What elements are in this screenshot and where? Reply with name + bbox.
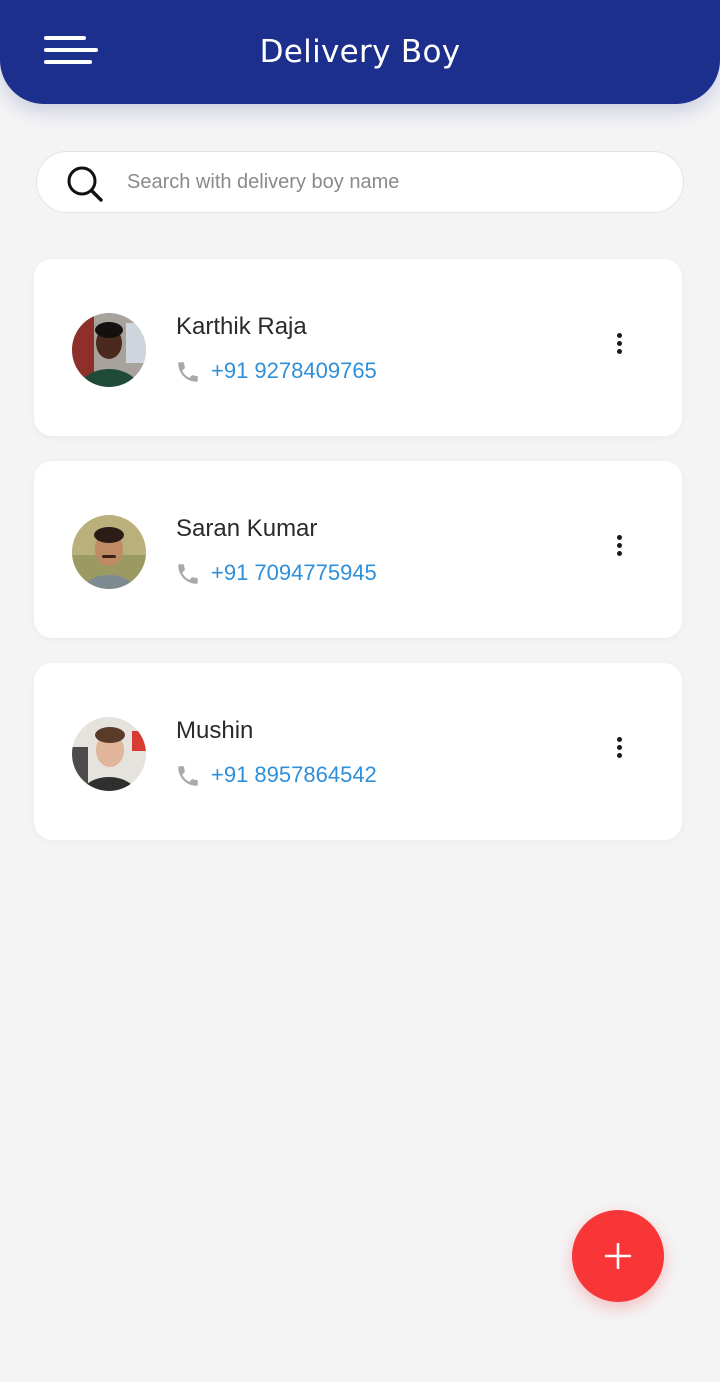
delivery-boy-name: Saran Kumar <box>176 515 318 542</box>
more-vertical-icon[interactable] <box>606 333 634 363</box>
avatar <box>72 717 146 791</box>
phone-number-link[interactable]: +91 8957864542 <box>211 762 377 788</box>
plus-icon <box>605 1243 631 1269</box>
delivery-boy-card[interactable]: Karthik Raja +91 9278409765 <box>34 259 682 436</box>
phone-icon <box>178 362 198 382</box>
phone-icon <box>178 766 198 786</box>
phone-number-link[interactable]: +91 7094775945 <box>211 560 377 586</box>
phone-number-link[interactable]: +91 9278409765 <box>211 358 377 384</box>
app-header: Delivery Boy <box>0 0 720 104</box>
search-input[interactable] <box>127 152 657 212</box>
more-vertical-icon[interactable] <box>606 535 634 565</box>
delivery-boy-card[interactable]: Saran Kumar +91 7094775945 <box>34 461 682 638</box>
avatar <box>72 313 146 387</box>
page-title: Delivery Boy <box>259 34 461 70</box>
phone-icon <box>178 564 198 584</box>
more-vertical-icon[interactable] <box>606 737 634 767</box>
search-bar[interactable] <box>36 151 684 213</box>
search-icon <box>67 166 103 202</box>
add-delivery-boy-button[interactable] <box>572 1210 664 1302</box>
delivery-boy-card[interactable]: Mushin +91 8957864542 <box>34 663 682 840</box>
delivery-boy-name: Mushin <box>176 717 254 744</box>
delivery-boy-name: Karthik Raja <box>176 313 307 340</box>
avatar <box>72 515 146 589</box>
